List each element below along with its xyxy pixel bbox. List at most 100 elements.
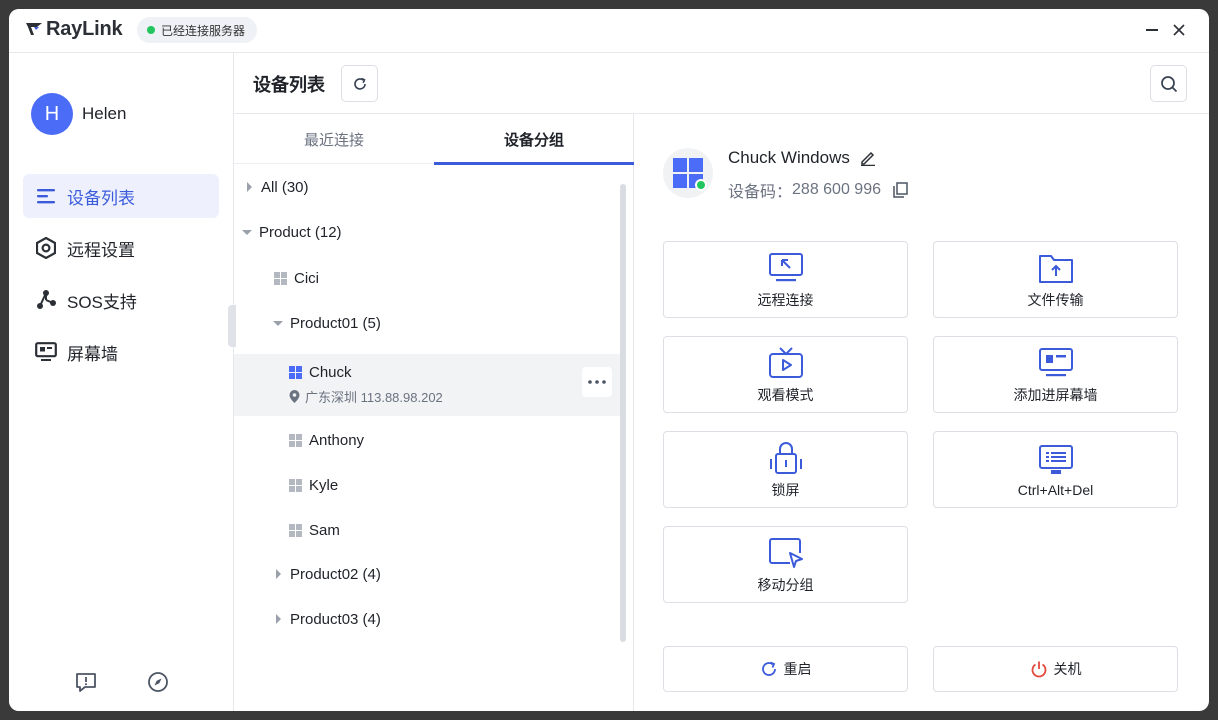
tree-node-label: Kyle [309, 476, 339, 494]
tree-node-label: Cici [294, 269, 319, 287]
more-options-button[interactable] [582, 367, 612, 397]
tree-node-sam[interactable]: Sam [234, 519, 624, 541]
monitor-icon [35, 341, 57, 363]
sidebar-item-label: 远程设置 [67, 240, 135, 260]
compass-icon[interactable] [147, 671, 169, 698]
search-button[interactable] [1150, 65, 1187, 102]
tree-scrollbar[interactable] [620, 184, 626, 642]
location-text: 广东深圳 113.88.98.202 [305, 390, 443, 405]
device-tree-pane: 最近连接 设备分组 All (30) Product (12) Cici Pro… [234, 114, 634, 711]
online-status-dot [695, 179, 707, 191]
close-icon [1173, 24, 1185, 36]
caret-down-icon [241, 226, 253, 238]
action-label: 文件传输 [1027, 291, 1084, 308]
device-name-row: Chuck Windows [728, 148, 876, 168]
lock-screen-button[interactable]: 锁屏 [663, 431, 908, 508]
remote-connect-icon [768, 250, 804, 286]
windows-icon [289, 523, 302, 537]
settings-hex-icon [35, 237, 57, 259]
sidebar-item-label: SOS支持 [67, 292, 137, 312]
tree-node-label: Product03 (4) [290, 610, 381, 628]
lock-icon [768, 440, 804, 476]
main-header: 设备列表 [234, 53, 1209, 114]
raylink-logo: RayLink [25, 17, 123, 41]
device-name: Chuck Windows [728, 148, 850, 167]
brand-name: RayLink [46, 17, 123, 40]
tree-node-label: Sam [309, 521, 340, 539]
list-icon [35, 185, 57, 207]
remote-connect-button[interactable]: 远程连接 [663, 241, 908, 318]
tree-node-row: Chuck [289, 364, 352, 381]
device-code-row: 设备码： 288 600 996 [728, 178, 908, 202]
minimize-icon [1146, 29, 1158, 31]
tree-node-product[interactable]: Product (12) [234, 221, 624, 243]
copy-code-button[interactable] [893, 182, 908, 198]
sidebar-item-remote-settings[interactable]: 远程设置 [23, 226, 219, 270]
watch-mode-button[interactable]: 观看模式 [663, 336, 908, 413]
device-code: 288 600 996 [792, 181, 881, 198]
move-group-icon [768, 535, 804, 571]
tree-node-all[interactable]: All (30) [234, 176, 624, 198]
avatar: H [31, 93, 73, 135]
tree-node-label: Anthony [309, 431, 365, 449]
share-nodes-icon [35, 289, 57, 311]
windows-icon [289, 366, 302, 379]
sidebar-bottom-tools [75, 671, 169, 698]
tree-node-label: Product02 (4) [290, 565, 381, 583]
sidebar: H Helen 设备列表 远程设置 SOS支持 屏幕墙 [9, 53, 234, 711]
tv-play-icon [768, 345, 804, 381]
search-icon [1160, 75, 1177, 92]
tree-node-label: Product (12) [259, 223, 342, 241]
sidebar-item-device-list[interactable]: 设备列表 [23, 174, 219, 218]
sidebar-nav: 设备列表 远程设置 SOS支持 屏幕墙 [23, 174, 219, 382]
shutdown-label: 关机 [1053, 661, 1082, 677]
refresh-icon [353, 77, 366, 90]
sidebar-item-sos[interactable]: SOS支持 [23, 278, 219, 322]
status-dot-icon [147, 26, 155, 34]
close-button[interactable] [1169, 20, 1189, 40]
move-group-button[interactable]: 移动分组 [663, 526, 908, 603]
tree-node-chuck[interactable]: Chuck 广东深圳 113.88.98.202 [234, 354, 624, 416]
device-detail-pane: Chuck Windows 设备码： 288 600 996 远程连接 文件传输 [634, 114, 1209, 711]
copy-icon [893, 182, 908, 198]
tab-groups[interactable]: 设备分组 [434, 114, 634, 165]
user-name: Helen [82, 104, 127, 123]
tree-node-cici[interactable]: Cici [234, 267, 624, 289]
action-label: 观看模式 [757, 386, 814, 403]
ctrl-alt-del-button[interactable]: Ctrl+Alt+Del [933, 431, 1178, 508]
sidebar-item-label: 屏幕墙 [67, 344, 118, 364]
screen-wall-icon [1038, 345, 1074, 381]
minimize-button[interactable] [1142, 20, 1162, 40]
action-label: 远程连接 [757, 291, 814, 308]
tree-node-label: Product01 (5) [290, 314, 381, 332]
action-label: 锁屏 [771, 481, 800, 498]
tree-node-anthony[interactable]: Anthony [234, 429, 624, 451]
tree-node-product03[interactable]: Product03 (4) [234, 608, 624, 630]
raylink-logo-icon [26, 23, 42, 35]
restart-button[interactable]: 重启 [663, 646, 908, 692]
feedback-icon[interactable] [75, 671, 97, 698]
sidebar-item-screen-wall[interactable]: 屏幕墙 [23, 330, 219, 374]
caret-right-icon [243, 181, 255, 193]
server-status-text: 已经连接服务器 [161, 23, 246, 38]
refresh-button[interactable] [341, 65, 378, 102]
power-icon [1031, 661, 1046, 678]
file-transfer-button[interactable]: 文件传输 [933, 241, 1178, 318]
windows-icon [289, 478, 302, 492]
add-to-screen-wall-button[interactable]: 添加进屏幕墙 [933, 336, 1178, 413]
edit-name-button[interactable] [860, 150, 876, 166]
action-label: 移动分组 [757, 576, 814, 593]
more-dots-icon [588, 380, 606, 384]
folder-upload-icon [1038, 250, 1074, 286]
shutdown-button[interactable]: 关机 [933, 646, 1178, 692]
restart-label: 重启 [783, 661, 812, 677]
tree-node-product01[interactable]: Product01 (5) [234, 312, 624, 334]
tree-node-product02[interactable]: Product02 (4) [234, 563, 624, 585]
caret-down-icon [272, 317, 284, 329]
tab-recent[interactable]: 最近连接 [234, 114, 434, 164]
action-label: 添加进屏幕墙 [1013, 386, 1098, 403]
tree-node-kyle[interactable]: Kyle [234, 474, 624, 496]
windows-icon [289, 433, 302, 447]
user-profile[interactable]: H Helen [31, 93, 126, 135]
action-label: Ctrl+Alt+Del [1017, 481, 1094, 498]
